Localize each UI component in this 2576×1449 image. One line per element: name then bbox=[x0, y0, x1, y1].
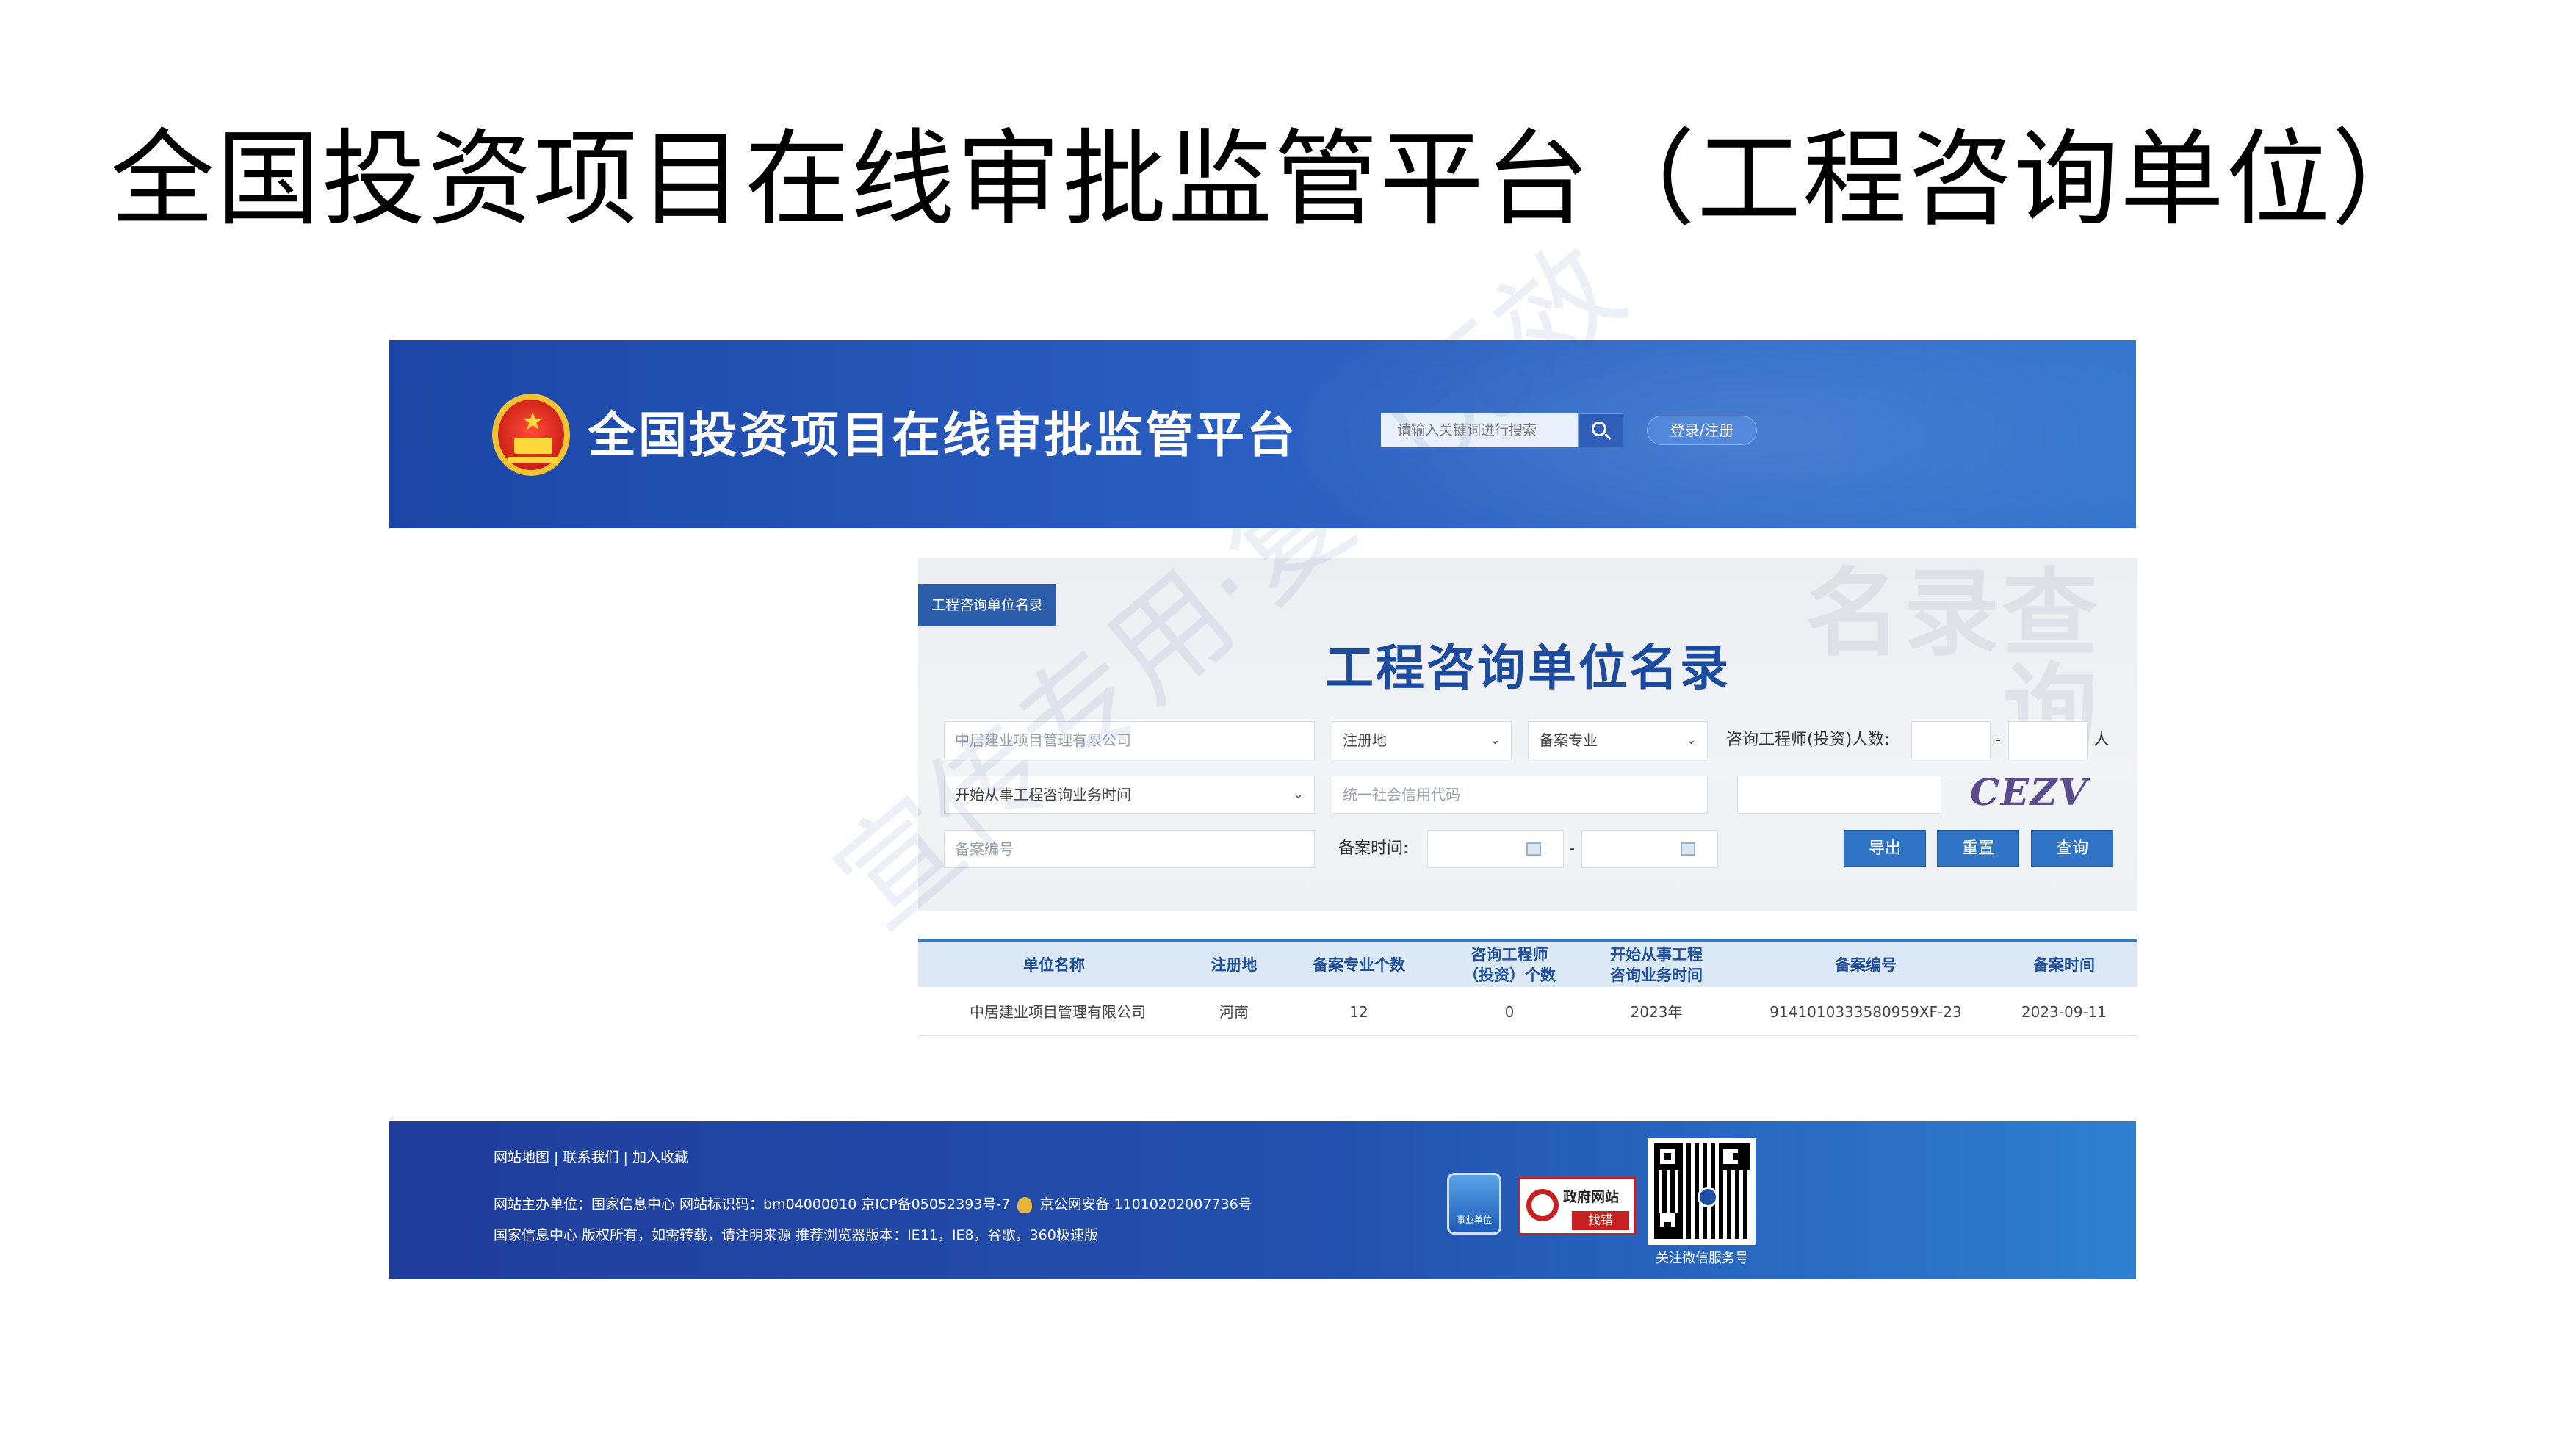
cell-specialty-count: 12 bbox=[1349, 1003, 1368, 1021]
search-button[interactable] bbox=[1578, 413, 1623, 447]
panel-tag[interactable]: 工程咨询单位名录 bbox=[918, 584, 1056, 626]
qr-logo-icon bbox=[1698, 1187, 1718, 1207]
chevron-down-icon: ⌄ bbox=[1292, 787, 1304, 802]
chevron-down-icon: ⌄ bbox=[1489, 732, 1501, 748]
credit-code-input[interactable]: 统一社会信用代码 bbox=[1332, 776, 1708, 814]
public-institution-badge-label: 事业单位 bbox=[1456, 1215, 1492, 1225]
footer-links[interactable]: 网站地图 | 联系我们 | 加入收藏 bbox=[494, 1146, 688, 1168]
date-range-separator: - bbox=[1569, 839, 1575, 858]
company-name-value: 中居建业项目管理有限公司 bbox=[955, 731, 1131, 749]
engineers-count-label: 咨询工程师(投资)人数: bbox=[1726, 731, 1890, 749]
region-select-label: 注册地 bbox=[1343, 731, 1387, 749]
calendar-icon bbox=[1681, 842, 1695, 856]
captcha-image[interactable]: CEZV bbox=[1970, 770, 2088, 815]
cell-record-number: 9141010333580959XF-23 bbox=[1769, 1003, 1962, 1021]
engineers-max-input[interactable] bbox=[2008, 721, 2088, 759]
query-button[interactable]: 查询 bbox=[2031, 830, 2113, 867]
magnifier-icon bbox=[1526, 1189, 1559, 1221]
chevron-down-icon: ⌄ bbox=[1685, 732, 1697, 748]
record-number-placeholder: 备案编号 bbox=[955, 840, 1014, 858]
site-header: ★ 全国投资项目在线审批监管平台 登录/注册 bbox=[389, 340, 2136, 528]
search-input[interactable] bbox=[1381, 413, 1578, 447]
credit-code-placeholder: 统一社会信用代码 bbox=[1343, 786, 1460, 803]
column-header-engineer-count: 咨询工程师 （投资）个数 bbox=[1463, 946, 1556, 984]
unit-person-label: 人 bbox=[2093, 731, 2110, 749]
public-institution-badge[interactable]: 事业单位 bbox=[1447, 1173, 1501, 1235]
record-time-end-input[interactable] bbox=[1581, 830, 1718, 868]
record-time-start-input[interactable] bbox=[1427, 830, 1564, 868]
slide-title: 全国投资项目在线审批监管平台（工程咨询单位） bbox=[110, 119, 2437, 240]
export-button[interactable]: 导出 bbox=[1844, 830, 1926, 867]
gov-badge-title: 政府网站 bbox=[1563, 1189, 1620, 1205]
footer-host-info: 网站主办单位：国家信息中心 网站标识码：bm04000010 京ICP备0505… bbox=[494, 1193, 1252, 1215]
column-header-start-time: 开始从事工程 咨询业务时间 bbox=[1610, 946, 1703, 984]
footer-copyright: 国家信息中心 版权所有，如需转载，请注明来源 推荐浏览器版本：IE11，IE8，… bbox=[494, 1227, 1098, 1243]
site-footer: 网站地图 | 联系我们 | 加入收藏 网站主办单位：国家信息中心 网站标识码：b… bbox=[389, 1121, 2136, 1279]
specialty-select[interactable]: 备案专业 ⌄ bbox=[1528, 721, 1708, 759]
qr-caption: 关注微信服务号 bbox=[1656, 1251, 1748, 1266]
gov-site-error-report-badge[interactable]: 政府网站 找错 bbox=[1518, 1177, 1636, 1235]
site-title: 全国投资项目在线审批监管平台 bbox=[588, 407, 1297, 463]
specialty-select-label: 备案专业 bbox=[1539, 731, 1598, 749]
start-time-select[interactable]: 开始从事工程咨询业务时间 ⌄ bbox=[944, 776, 1315, 814]
national-emblem-icon: ★ bbox=[492, 394, 570, 476]
footer-police-record[interactable]: 京公网安备 11010202007736号 bbox=[1039, 1196, 1252, 1213]
results-table: 单位名称 注册地 备案专业个数 咨询工程师 （投资）个数 开始从事工程 咨询业务… bbox=[918, 939, 2137, 1037]
footer-host-text: 网站主办单位：国家信息中心 网站标识码：bm04000010 京ICP备0505… bbox=[494, 1196, 1011, 1213]
panel-title: 工程咨询单位名录 bbox=[1325, 640, 1731, 696]
cell-record-time: 2023-09-11 bbox=[2021, 1003, 2107, 1021]
column-header-record-time: 备案时间 bbox=[2033, 956, 2095, 974]
range-separator: - bbox=[1995, 731, 2001, 749]
cell-engineer-count: 0 bbox=[1504, 1003, 1515, 1021]
wechat-qr-code bbox=[1648, 1138, 1756, 1245]
reset-button[interactable]: 重置 bbox=[1937, 830, 2019, 867]
cell-region: 河南 bbox=[1219, 1003, 1249, 1021]
captcha-input[interactable] bbox=[1737, 776, 1941, 814]
login-register-button[interactable]: 登录/注册 bbox=[1647, 416, 1757, 445]
table-header: 单位名称 注册地 备案专业个数 咨询工程师 （投资）个数 开始从事工程 咨询业务… bbox=[918, 939, 2137, 987]
column-header-company: 单位名称 bbox=[1023, 956, 1085, 974]
engineers-min-input[interactable] bbox=[1911, 721, 1991, 759]
column-header-record-number: 备案编号 bbox=[1835, 956, 1897, 974]
qr-code-icon bbox=[1654, 1143, 1750, 1239]
record-number-input[interactable]: 备案编号 bbox=[944, 830, 1315, 868]
police-badge-icon bbox=[1017, 1196, 1033, 1213]
query-panel: 名录查询 工程咨询单位名录 工程咨询单位名录 中居建业项目管理有限公司 注册地 … bbox=[918, 558, 2137, 911]
column-header-region: 注册地 bbox=[1211, 956, 1258, 974]
region-select[interactable]: 注册地 ⌄ bbox=[1332, 721, 1512, 759]
calendar-icon bbox=[1526, 842, 1541, 856]
record-time-label: 备案时间: bbox=[1338, 839, 1409, 858]
company-name-input[interactable]: 中居建业项目管理有限公司 bbox=[944, 721, 1315, 759]
gov-badge-subtitle: 找错 bbox=[1572, 1211, 1629, 1230]
cell-start-time: 2023年 bbox=[1630, 1003, 1683, 1021]
column-header-specialty-count: 备案专业个数 bbox=[1313, 956, 1405, 974]
cell-company[interactable]: 中居建业项目管理有限公司 bbox=[948, 989, 1168, 1036]
start-time-select-label: 开始从事工程咨询业务时间 bbox=[955, 786, 1131, 803]
table-row[interactable]: 中居建业项目管理有限公司 河南 12 0 2023年 9141010333580… bbox=[918, 989, 2137, 1036]
